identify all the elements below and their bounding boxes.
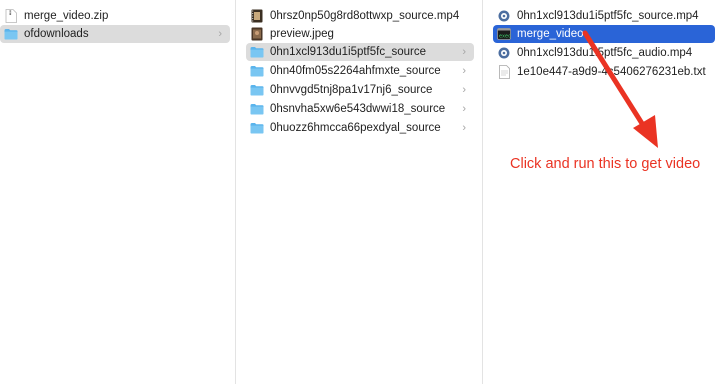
column-ofdownloads: 0hrsz0np50g8rd8ottwxp_source.mp4 preview… (236, 0, 482, 384)
chevron-right-icon: › (462, 84, 466, 96)
folder-icon (250, 102, 264, 116)
folder-label: 0hn1xcl913du1i5ptf5fc_source (270, 46, 427, 58)
folder-icon (4, 27, 18, 41)
chevron-right-icon: › (218, 28, 222, 40)
video-file-icon (250, 9, 264, 23)
terminal-exec-icon: exec (497, 27, 511, 41)
zip-file-icon (4, 9, 18, 23)
file-label: 0hn1xcl913du1i5ptf5fc_source.mp4 (517, 10, 699, 22)
folder-label: 0hsnvha5xw6e543dwwi18_source (270, 103, 446, 115)
folder-icon (250, 83, 264, 97)
chevron-right-icon: › (462, 46, 466, 58)
file-label: 0hrsz0np50g8rd8ottwxp_source.mp4 (270, 10, 460, 22)
folder-label: 0hn40fm05s2264ahfmxte_source (270, 65, 441, 77)
file-merge-video-zip[interactable]: merge_video.zip (4, 7, 230, 25)
file-source-mp4[interactable]: 0hn1xcl913du1i5ptf5fc_source.mp4 (497, 7, 718, 25)
folder-0hn40fm05s2264ahfmxte-source[interactable]: 0hn40fm05s2264ahfmxte_source › (250, 62, 474, 80)
media-file-icon (497, 46, 511, 60)
folder-icon (250, 121, 264, 135)
folder-label: ofdownloads (24, 28, 89, 40)
text-file-icon (497, 65, 511, 79)
column-root: merge_video.zip ofdownloads › (0, 0, 235, 384)
folder-icon (250, 64, 264, 78)
folder-label: 0hnvvgd5tnj8pa1v17nj6_source (270, 84, 433, 96)
file-source-mp4[interactable]: 0hrsz0np50g8rd8ottwxp_source.mp4 (250, 7, 478, 25)
chevron-right-icon: › (462, 65, 466, 77)
folder-0hn1xcl913du1i5ptf5fc-source[interactable]: 0hn1xcl913du1i5ptf5fc_source › (246, 43, 474, 61)
image-file-icon (250, 27, 264, 41)
folder-icon (250, 45, 264, 59)
file-label: merge_video.zip (24, 10, 109, 22)
folder-0hsnvha5xw6e543dwwi18-source[interactable]: 0hsnvha5xw6e543dwwi18_source › (250, 100, 474, 118)
folder-ofdownloads[interactable]: ofdownloads › (0, 25, 230, 43)
folder-0huozz6hmcca66pexdyal-source[interactable]: 0huozz6hmcca66pexdyal_source › (250, 119, 474, 137)
chevron-right-icon: › (462, 103, 466, 115)
media-file-icon (497, 9, 511, 23)
folder-0hnvvgd5tnj8pa1v17nj6-source[interactable]: 0hnvvgd5tnj8pa1v17nj6_source › (250, 81, 474, 99)
folder-label: 0huozz6hmcca66pexdyal_source (270, 122, 441, 134)
svg-text:exec: exec (499, 34, 511, 40)
file-preview-jpeg[interactable]: preview.jpeg (250, 25, 478, 43)
annotation-text: Click and run this to get video (510, 156, 701, 172)
file-label: preview.jpeg (270, 28, 334, 40)
annotation-arrow (582, 30, 658, 148)
chevron-right-icon: › (462, 122, 466, 134)
